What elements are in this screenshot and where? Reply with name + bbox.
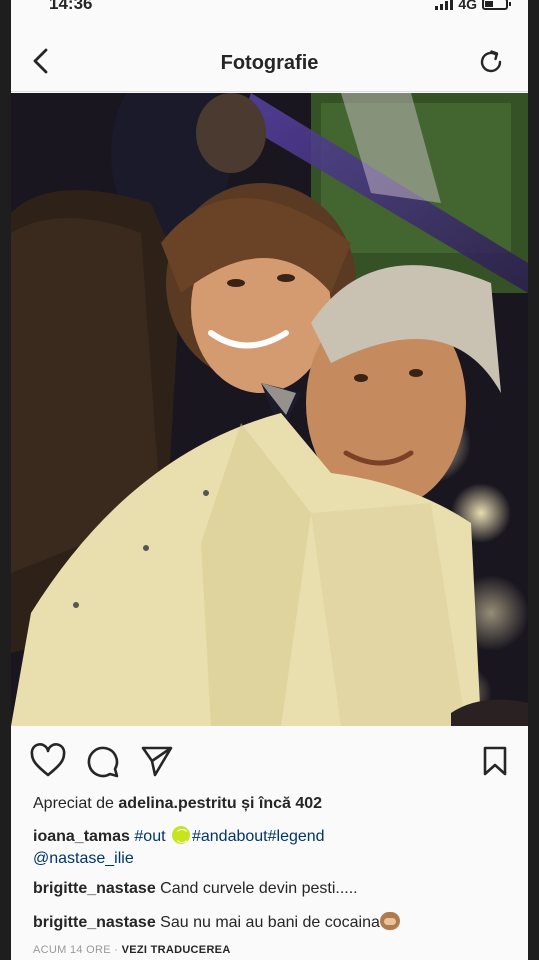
likes-line: Apreciat de adelina.pestritu și încă 402: [33, 795, 322, 813]
see-translation-link[interactable]: VEZI TRADUCEREA: [122, 944, 231, 956]
send-icon[interactable]: [139, 743, 175, 779]
liker-username[interactable]: adelina.pestritu: [118, 795, 236, 812]
mention-nastase-ilie[interactable]: @nastase_ilie: [33, 850, 134, 867]
likes-prefix: Apreciat de: [33, 795, 114, 812]
battery-icon: [482, 0, 511, 10]
signal-icon: [435, 0, 454, 10]
heart-icon[interactable]: [29, 743, 67, 779]
phone-screen: 14:36 4G Fotografie Apreciat de adelina.…: [11, 0, 528, 960]
comment-text: Cand curvele devin pesti.....: [160, 880, 358, 897]
comment-username[interactable]: brigitte_nastase: [33, 880, 156, 897]
post-photo[interactable]: [11, 93, 528, 726]
comment-icon[interactable]: [85, 743, 121, 779]
refresh-icon[interactable]: [476, 47, 506, 77]
network-label: 4G: [458, 0, 477, 12]
comment-row: brigitte_nastase Sau nu mai au bani de c…: [33, 912, 400, 932]
caption-username[interactable]: ioana_tamas: [33, 828, 130, 845]
comment-row: brigitte_nastase Cand curvele devin pest…: [33, 880, 358, 898]
meta-separator: ·: [114, 944, 119, 956]
hashtag-andabout-legend[interactable]: #andabout#legend: [192, 828, 325, 845]
status-time: 14:36: [49, 0, 93, 13]
comment-text: Sau nu mai au bani de cocaina: [160, 914, 380, 931]
post-time: ACUM 14 ORE: [33, 944, 111, 956]
bookmark-icon[interactable]: [481, 745, 509, 777]
comment-username[interactable]: brigitte_nastase: [33, 914, 156, 931]
post-caption: ioana_tamas #out #andabout#legend @nasta…: [33, 826, 513, 870]
status-indicators: 4G: [435, 0, 511, 12]
top-bar: Fotografie: [11, 32, 528, 92]
page-title: Fotografie: [220, 52, 319, 74]
see-no-evil-monkey-emoji: [379, 912, 400, 930]
post-actions: [11, 737, 528, 783]
post-meta: ACUM 14 ORE · VEZI TRADUCEREA: [33, 944, 231, 956]
tennis-ball-emoji: [171, 826, 190, 844]
status-bar: 14:36 4G: [11, 0, 528, 22]
photo-illustration: [11, 93, 528, 726]
hashtag-out[interactable]: #out: [134, 828, 165, 845]
likes-count[interactable]: și încă 402: [241, 795, 322, 812]
